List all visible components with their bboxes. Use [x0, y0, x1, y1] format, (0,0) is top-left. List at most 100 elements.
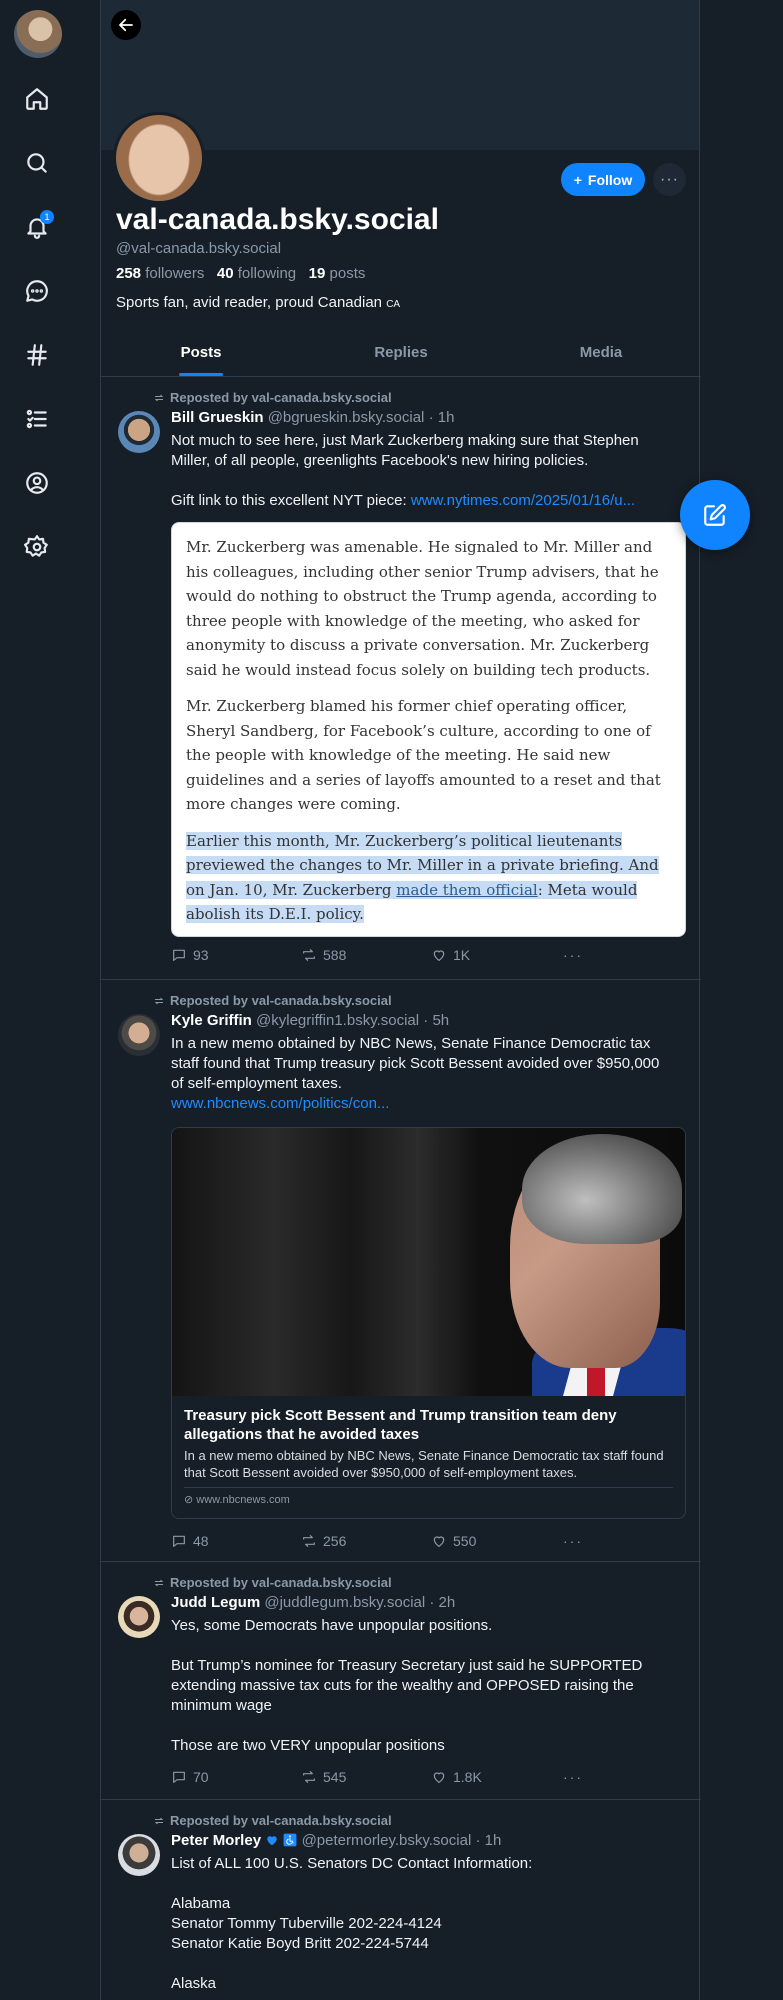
link-card-title: Treasury pick Scott Bessent and Trump tr…	[184, 1407, 617, 1443]
nav-avatar[interactable]	[14, 10, 62, 58]
repost-indicator: Reposted by val-canada.bsky.social	[153, 1813, 392, 1828]
repost-icon	[154, 394, 164, 401]
like-button[interactable]: 1.8K	[431, 1769, 482, 1785]
profile-bio: Sports fan, avid reader, proud Canadian …	[116, 294, 401, 311]
repost-button[interactable]: 588	[301, 947, 346, 963]
quote-paragraph-3: Earlier this month, Mr. Zuckerberg’s pol…	[186, 831, 659, 923]
post-time: · 2h	[429, 1594, 456, 1611]
tab-posts[interactable]: Posts	[101, 330, 301, 376]
repost-indicator: Reposted by val-canada.bsky.social	[153, 993, 392, 1008]
reply-button[interactable]: 70	[171, 1769, 209, 1785]
feed-post[interactable]: Reposted by val-canada.bsky.social Judd …	[101, 1562, 701, 1800]
more-options-button[interactable]: ···	[653, 163, 686, 196]
reply-icon	[173, 1771, 185, 1783]
main-column: + Follow ··· val-canada.bsky.social @val…	[100, 0, 701, 2000]
repost-button[interactable]: 256	[301, 1533, 346, 1549]
post-time: · 1h	[428, 409, 455, 426]
repost-indicator: Reposted by val-canada.bsky.social	[153, 390, 392, 405]
author-name: Bill Grueskin	[171, 409, 264, 426]
tab-replies[interactable]: Replies	[301, 330, 501, 376]
post-time: · 1h	[475, 1832, 502, 1849]
profile-avatar[interactable]	[113, 112, 205, 204]
reply-button[interactable]: 48	[171, 1533, 209, 1549]
bell-icon[interactable]: 1	[22, 210, 54, 242]
post-header: Peter Morley @petermorley.bsky.social · …	[171, 1832, 501, 1849]
left-nav: 1	[0, 0, 76, 590]
repost-icon	[154, 1579, 164, 1586]
avatar[interactable]	[118, 1014, 160, 1056]
repost-icon	[154, 997, 164, 1004]
post-text-2: Gift link to this excellent NYT piece: w…	[171, 492, 636, 509]
post-link[interactable]: www.nbcnews.com/politics/con...	[171, 1094, 676, 1114]
author-handle: @kylegriffin1.bsky.social	[256, 1012, 420, 1029]
avatar[interactable]	[118, 1834, 160, 1876]
post-more-button[interactable]: ···	[563, 947, 583, 963]
post-time: · 5h	[423, 1012, 450, 1029]
reply-icon	[173, 949, 185, 961]
compose-button[interactable]	[680, 480, 750, 550]
repost-icon	[154, 1817, 164, 1824]
heart-icon	[433, 1772, 445, 1783]
feed-post[interactable]: Reposted by val-canada.bsky.social Peter…	[101, 1800, 701, 2000]
following-link[interactable]: 40 following	[217, 265, 296, 282]
post-header: Judd Legum @juddlegum.bsky.social · 2h	[171, 1594, 455, 1611]
author-name: Peter Morley	[171, 1832, 262, 1849]
profile-tabs: Posts Replies Media	[101, 330, 701, 377]
post-text: List of ALL 100 U.S. Senators DC Contact…	[171, 1855, 533, 1992]
repost-icon	[303, 1535, 315, 1547]
plus-icon: +	[573, 171, 582, 188]
link-card-image	[172, 1128, 685, 1396]
profile-stats: 258 followers 40 following 19 posts	[116, 265, 365, 282]
arrow-left-icon	[119, 18, 133, 32]
compose-icon	[704, 504, 726, 526]
feed-post[interactable]: Reposted by val-canada.bsky.social Kyle …	[101, 980, 701, 1562]
flag-icon: CA	[386, 299, 401, 310]
post-header: Bill Grueskin @bgrueskin.bsky.social · 1…	[171, 409, 454, 426]
reply-button[interactable]: 93	[171, 947, 209, 963]
quote-paragraph-2: Mr. Zuckerberg blamed his former chief o…	[186, 697, 661, 813]
home-icon[interactable]	[22, 84, 52, 114]
back-button[interactable]	[111, 10, 141, 40]
link-card[interactable]: Treasury pick Scott Bessent and Trump tr…	[171, 1127, 686, 1519]
profile-icon[interactable]	[22, 468, 52, 498]
list-icon[interactable]	[22, 404, 52, 434]
post-link[interactable]: www.nytimes.com/2025/01/16/u...	[411, 492, 635, 509]
like-button[interactable]: 550	[431, 1533, 476, 1549]
repost-icon	[303, 949, 315, 961]
search-icon[interactable]	[22, 148, 52, 178]
author-handle: @juddlegum.bsky.social	[264, 1594, 426, 1611]
avatar[interactable]	[118, 1596, 160, 1638]
profile-display-name: val-canada.bsky.social	[116, 203, 439, 236]
link-card-description: In a new memo obtained by NBC News, Sena…	[184, 1448, 664, 1480]
follow-button[interactable]: + Follow	[561, 163, 645, 196]
notification-badge: 1	[40, 210, 54, 224]
repost-icon	[303, 1771, 315, 1783]
hashtag-icon[interactable]	[22, 340, 52, 370]
post-more-button[interactable]: ···	[563, 1769, 583, 1785]
post-text: Yes, some Democrats have unpopular posit…	[171, 1617, 643, 1754]
like-button[interactable]: 1K	[431, 947, 470, 963]
posts-count: 19 posts	[308, 265, 366, 282]
avatar[interactable]	[118, 411, 160, 453]
author-handle: @petermorley.bsky.social	[301, 1832, 472, 1849]
post-header: Kyle Griffin @kylegriffin1.bsky.social ·…	[171, 1012, 449, 1029]
follow-label: Follow	[587, 171, 633, 188]
heart-icon	[433, 950, 445, 961]
author-name: Kyle Griffin	[171, 1012, 252, 1029]
repost-button[interactable]: 545	[301, 1769, 346, 1785]
quote-image[interactable]: Mr. Zuckerberg was amenable. He signaled…	[171, 522, 686, 937]
reply-icon	[173, 1535, 185, 1547]
post-more-button[interactable]: ···	[563, 1533, 583, 1549]
author-name: Judd Legum	[171, 1594, 261, 1611]
chat-icon[interactable]	[22, 276, 52, 306]
tab-media[interactable]: Media	[501, 330, 701, 376]
wheelchair-icon	[283, 1833, 297, 1847]
followers-link[interactable]: 258 followers	[116, 265, 204, 282]
repost-indicator: Reposted by val-canada.bsky.social	[153, 1575, 392, 1590]
quote-paragraph-1: Mr. Zuckerberg was amenable. He signaled…	[186, 538, 659, 679]
gear-icon[interactable]	[22, 532, 52, 562]
feed-post[interactable]: Reposted by val-canada.bsky.social Bill …	[101, 377, 701, 980]
profile-handle: @val-canada.bsky.social	[116, 240, 282, 257]
post-text: Not much to see here, just Mark Zuckerbe…	[171, 432, 643, 469]
blue-heart-icon	[267, 1836, 277, 1846]
